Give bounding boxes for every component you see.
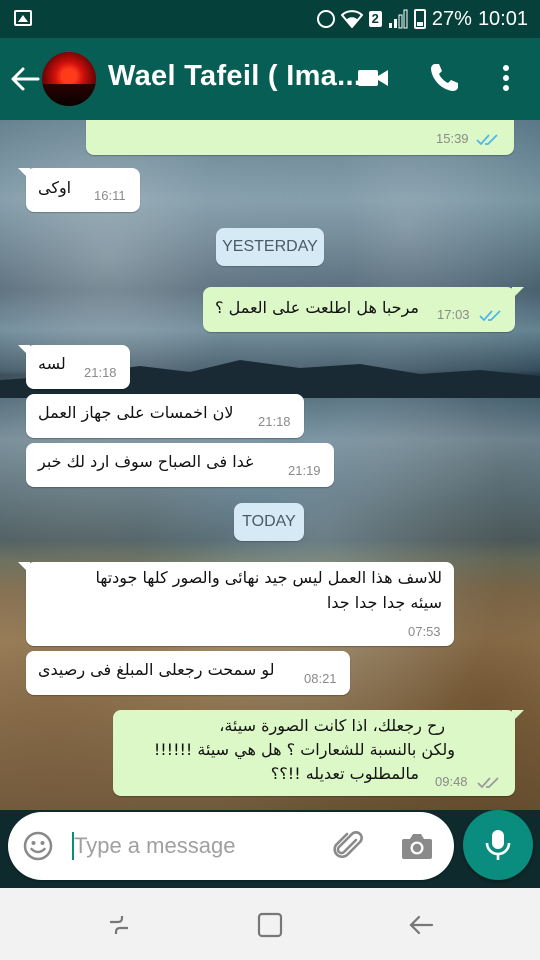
recent-apps-icon[interactable]: [104, 910, 134, 940]
message-time: 21:18: [258, 414, 291, 429]
message-time: 21:18: [84, 365, 117, 380]
contact-name[interactable]: Wael Tafeil ( Ima...: [108, 60, 362, 93]
date-separator: YESTERDAY: [216, 228, 324, 266]
message-bubble-incoming[interactable]: للاسف هذا العمل ليس جيد نهائى والصور كله…: [26, 562, 454, 646]
emoji-icon[interactable]: [22, 830, 54, 862]
mic-icon: [485, 830, 511, 860]
date-separator: TODAY: [234, 503, 304, 541]
chat-header: Wael Tafeil ( Ima...: [0, 38, 540, 120]
wifi-icon: [340, 10, 363, 28]
message-time: 07:53: [408, 624, 441, 639]
status-indicators: 2 27% 10:01: [316, 0, 528, 38]
message-input[interactable]: [74, 826, 314, 866]
system-navigation-bar: [0, 888, 540, 960]
home-icon[interactable]: [255, 910, 285, 940]
message-text-line: ولكن بالنسبة للشعارات ؟ هل هي سيئة !!!!!…: [153, 740, 455, 759]
clock: 10:01: [477, 7, 528, 30]
mic-button[interactable]: [463, 810, 533, 880]
back-nav-icon[interactable]: [406, 910, 436, 940]
more-vert-icon[interactable]: [490, 60, 522, 96]
message-time: 15:39: [436, 131, 469, 146]
message-time: 08:21: [304, 671, 337, 686]
contact-avatar[interactable]: [42, 52, 96, 106]
message-text: لان اخمسات على جهاز العمل: [38, 403, 234, 422]
read-ticks-icon: [476, 134, 498, 146]
message-text-line: سيئه جدا جدا جدا: [326, 593, 442, 612]
message-time: 21:19: [288, 463, 321, 478]
message-bubble-incoming[interactable]: لسه 21:18: [26, 345, 130, 389]
chat-area[interactable]: 15:39 اوكى 16:11 YESTERDAY مرحبا هل اطلع…: [0, 120, 540, 810]
back-arrow-icon[interactable]: [8, 62, 42, 96]
message-bubble-incoming[interactable]: لان اخمسات على جهاز العمل 21:18: [26, 394, 304, 438]
message-bubble-incoming[interactable]: لو سمحت رجعلى المبلغ فى رصيدى 08:21: [26, 651, 350, 695]
message-text-line: مالمطلوب تعديله !!؟؟: [270, 764, 419, 783]
message-text-line: رح رجعلك، اذا كانت الصورة سيئة،: [219, 716, 445, 735]
battery-level: 27%: [431, 7, 472, 30]
message-text: لو سمحت رجعلى المبلغ فى رصيدى: [38, 660, 275, 679]
message-composer: [8, 812, 454, 880]
message-bubble-outgoing[interactable]: مرحبا هل اطلعت على العمل ؟ 17:03: [203, 287, 515, 332]
signal-icon: [388, 9, 408, 29]
phone-icon[interactable]: [426, 60, 462, 96]
message-text: مرحبا هل اطلعت على العمل ؟: [215, 298, 419, 317]
message-time: 16:11: [94, 188, 126, 203]
image-icon: [14, 10, 32, 26]
message-bubble-outgoing[interactable]: 15:39: [86, 120, 514, 155]
battery-icon: [413, 9, 426, 29]
message-time: 17:03: [437, 307, 470, 322]
message-time: 09:48: [435, 774, 468, 789]
video-call-icon[interactable]: [355, 60, 391, 96]
message-text: اوكى: [38, 178, 72, 197]
status-bar: 2 27% 10:01: [0, 0, 540, 38]
alarm-icon: [316, 10, 335, 28]
read-ticks-icon: [479, 310, 501, 322]
delivered-ticks-icon: [477, 777, 499, 789]
attach-icon[interactable]: [332, 829, 366, 863]
message-bubble-incoming[interactable]: غدا فى الصباح سوف ارد لك خبر 21:19: [26, 443, 334, 487]
message-bubble-incoming[interactable]: اوكى 16:11: [26, 168, 140, 212]
message-text-line: للاسف هذا العمل ليس جيد نهائى والصور كله…: [95, 568, 442, 587]
camera-icon[interactable]: [400, 830, 434, 862]
message-text: لسه: [38, 354, 66, 373]
message-text: غدا فى الصباح سوف ارد لك خبر: [38, 452, 254, 471]
message-bubble-outgoing[interactable]: رح رجعلك، اذا كانت الصورة سيئة، ولكن بال…: [113, 710, 515, 796]
notification-badge: 2: [368, 11, 382, 27]
